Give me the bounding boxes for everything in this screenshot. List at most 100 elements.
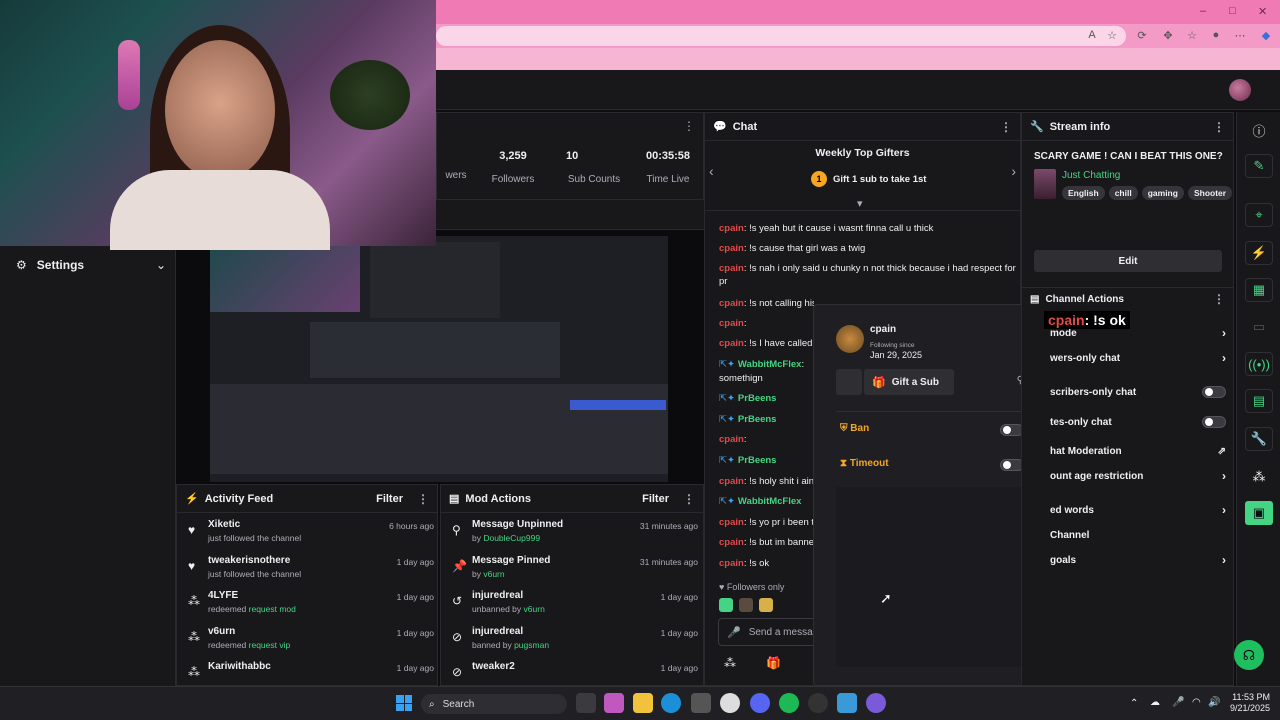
chat-message[interactable]: cpain: bbox=[719, 433, 814, 446]
more-menu-icon[interactable]: ⋯ bbox=[1232, 29, 1248, 43]
feed-row[interactable]: ⁂ v6urn redeemed request vip 1 day ago bbox=[184, 626, 434, 660]
chat-username[interactable]: PrBeens bbox=[738, 455, 777, 466]
task-view-icon[interactable] bbox=[576, 693, 596, 713]
edit-button[interactable]: Edit bbox=[1034, 250, 1222, 272]
channel-action-item[interactable]: ed words › bbox=[1050, 502, 1226, 518]
minimize-button[interactable]: – bbox=[1200, 5, 1206, 17]
feed-name[interactable]: injuredreal bbox=[472, 626, 523, 637]
tag-chip[interactable]: English bbox=[1062, 186, 1105, 200]
channel-action-item[interactable]: Channel bbox=[1050, 527, 1226, 543]
broadcast-icon[interactable]: ((•)) bbox=[1245, 352, 1273, 376]
kebab-icon[interactable]: ⋮ bbox=[1213, 120, 1225, 134]
chat-username[interactable]: cpain bbox=[719, 318, 744, 329]
feed-name[interactable]: tweaker2 bbox=[472, 661, 515, 672]
chat-username[interactable]: cpain bbox=[719, 558, 744, 569]
chat-message[interactable]: cpain: !s yo pr i been tr bbox=[719, 516, 814, 529]
chat-message[interactable]: cpain: !s I have called h bbox=[719, 337, 814, 350]
lightning-icon[interactable]: ⚡ bbox=[1245, 241, 1273, 265]
kebab-icon[interactable]: ⋮ bbox=[1000, 120, 1012, 134]
maximize-button[interactable]: □ bbox=[1229, 5, 1236, 17]
feed-name[interactable]: 4LYFE bbox=[208, 590, 238, 601]
focus-icon[interactable]: ⌖ bbox=[1245, 203, 1273, 227]
chat-username[interactable]: WabbitMcFlex bbox=[738, 496, 802, 507]
channel-action-item[interactable]: ount age restriction › bbox=[1050, 468, 1226, 484]
read-aloud-icon[interactable]: A bbox=[1084, 29, 1100, 43]
chat-message[interactable]: cpain: !s nah i only said u chunky n not… bbox=[719, 262, 1019, 288]
chat-message[interactable]: cpain: !s not calling his bbox=[719, 297, 814, 310]
tag-chip[interactable]: chill bbox=[1108, 186, 1138, 200]
feed-name[interactable]: Xiketic bbox=[208, 519, 240, 530]
tag-chip[interactable]: Shooter bbox=[1187, 186, 1233, 200]
stack-icon[interactable]: ▤ bbox=[1245, 389, 1273, 413]
spotify-icon[interactable] bbox=[779, 693, 799, 713]
chat-message[interactable]: ⇱✦ WabbitMcFlex: bbox=[719, 358, 814, 371]
chat-username[interactable]: cpain bbox=[719, 537, 744, 548]
app-icon[interactable] bbox=[866, 693, 886, 713]
favorite-star-icon[interactable]: ☆ bbox=[1104, 29, 1120, 43]
refresh-icon[interactable]: ⟳ bbox=[1134, 29, 1150, 43]
feed-row[interactable]: ⚲ Message Unpinned by DoubleCup999 31 minut… bbox=[448, 519, 698, 553]
close-window-button[interactable]: ✕ bbox=[1258, 5, 1267, 18]
app-icon[interactable] bbox=[837, 693, 857, 713]
collapse-icon[interactable]: ▾ bbox=[857, 197, 863, 210]
chat-message[interactable]: ⇱✦ PrBeens bbox=[719, 413, 814, 426]
feed-row[interactable]: ↺ injuredreal unbanned by v6urn 1 day ago bbox=[448, 590, 698, 624]
filter-button[interactable]: Filter bbox=[376, 493, 403, 505]
chat-message[interactable]: ⇱✦ PrBeens bbox=[719, 454, 814, 467]
chat-username[interactable]: cpain bbox=[719, 338, 744, 349]
chat-bubble-icon[interactable]: ▭ bbox=[1245, 315, 1273, 339]
app-icon[interactable] bbox=[720, 693, 740, 713]
points-icon[interactable]: ⁂ bbox=[1245, 465, 1273, 489]
chevron-up-icon[interactable]: ⌃ bbox=[1130, 698, 1138, 709]
avatar[interactable] bbox=[1229, 79, 1251, 101]
toggle-switch[interactable] bbox=[1202, 386, 1226, 398]
feed-highlight[interactable]: request vip bbox=[249, 640, 291, 650]
channel-action-item[interactable]: goals › bbox=[1050, 552, 1226, 568]
edge-icon[interactable] bbox=[661, 693, 681, 713]
chat-username[interactable]: cpain bbox=[719, 263, 744, 274]
chat-username[interactable]: cpain bbox=[719, 517, 744, 528]
chat-input[interactable]: 🎤 Send a messa bbox=[718, 618, 818, 646]
extensions-icon[interactable]: ✥ bbox=[1160, 29, 1176, 43]
taskbar-search[interactable]: ⌕ Search bbox=[421, 694, 567, 714]
kebab-icon[interactable]: ⋮ bbox=[683, 492, 695, 506]
clock[interactable]: 11:53 PM 9/21/2025 bbox=[1226, 692, 1270, 714]
channel-action-item[interactable]: hat Moderation ⇗ bbox=[1050, 443, 1226, 459]
store-icon[interactable] bbox=[691, 693, 711, 713]
feed-row[interactable]: ⁂ 4LYFE redeemed request mod 1 day ago bbox=[184, 590, 434, 624]
feed-highlight[interactable]: pugsman bbox=[514, 640, 549, 650]
clipboard-icon[interactable]: ▦ bbox=[1245, 278, 1273, 302]
volume-icon[interactable]: 🔊 bbox=[1208, 697, 1220, 708]
category-link[interactable]: Just Chatting bbox=[1062, 170, 1120, 181]
chat-username[interactable]: cpain bbox=[719, 434, 744, 445]
pencil-icon[interactable]: ✎ bbox=[1245, 154, 1273, 178]
discord-icon[interactable] bbox=[750, 693, 770, 713]
gift-cta[interactable]: 1 Gift 1 sub to take 1st bbox=[811, 171, 926, 187]
chat-message[interactable]: ⇱✦ PrBeens bbox=[719, 392, 814, 405]
support-headset-icon[interactable]: ☊ bbox=[1234, 640, 1264, 670]
chat-message[interactable]: cpain: !s but im bannec bbox=[719, 536, 814, 549]
feed-highlight[interactable]: v6urn bbox=[483, 569, 504, 579]
favorites-icon[interactable]: ☆ bbox=[1184, 29, 1200, 43]
chat-username[interactable]: cpain bbox=[719, 223, 744, 234]
address-bar[interactable] bbox=[436, 26, 1126, 46]
avatar[interactable] bbox=[759, 598, 773, 612]
chat-message[interactable]: ⇱✦ WabbitMcFlex bbox=[719, 495, 814, 508]
chat-username[interactable]: cpain bbox=[719, 298, 744, 309]
feed-name[interactable]: v6urn bbox=[208, 626, 235, 637]
toggle-switch[interactable] bbox=[1202, 416, 1226, 428]
chat-username[interactable]: PrBeens bbox=[738, 393, 777, 404]
channel-action-item[interactable]: scribers-only chat bbox=[1050, 384, 1226, 400]
obs-icon[interactable] bbox=[808, 693, 828, 713]
feed-highlight[interactable]: request mod bbox=[249, 604, 296, 614]
file-explorer-icon[interactable] bbox=[633, 693, 653, 713]
feed-highlight[interactable]: DoubleCup999 bbox=[483, 533, 540, 543]
settings-nav-item[interactable]: ⚙ Settings ⌄ bbox=[16, 258, 166, 272]
gift-icon[interactable]: 🎁 bbox=[766, 656, 781, 670]
avatar[interactable] bbox=[719, 598, 733, 612]
chat-message[interactable]: cpain: !s ok bbox=[719, 557, 814, 570]
feed-name[interactable]: tweakerisnothere bbox=[208, 555, 290, 566]
chevron-right-icon[interactable]: › bbox=[1011, 163, 1016, 179]
info-icon[interactable]: ⓘ bbox=[1245, 118, 1273, 142]
feed-row[interactable]: ♥ tweakerisnothere just followed the chann… bbox=[184, 555, 434, 589]
